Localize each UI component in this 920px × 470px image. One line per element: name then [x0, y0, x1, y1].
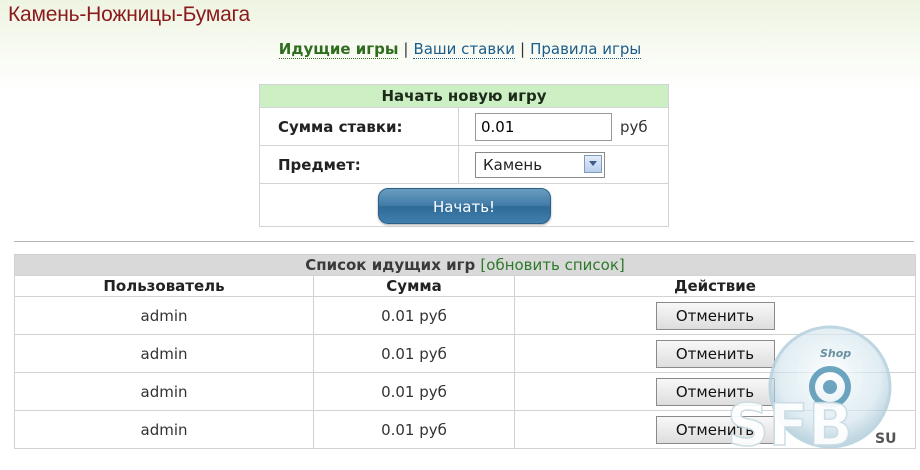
table-row: admin 0.01 руб Отменить: [14, 296, 916, 335]
row-user: admin: [14, 296, 314, 335]
start-game-button[interactable]: Начать!: [377, 187, 551, 224]
row-action-cell: Отменить: [514, 410, 916, 449]
table-row: admin 0.01 руб Отменить: [14, 410, 916, 449]
new-game-title: Начать новую игру: [259, 84, 669, 108]
column-header-action: Действие: [514, 275, 916, 297]
games-list-header: Список идущих игр [обновить список]: [14, 254, 916, 276]
new-game-form: Начать новую игру Сумма ставки: руб Пред…: [259, 84, 669, 227]
bet-amount-label: Сумма ставки:: [259, 107, 459, 146]
page-title: Камень-Ножницы-Бумага: [8, 3, 251, 26]
bet-unit: руб: [620, 117, 648, 136]
column-header-amount: Сумма: [313, 275, 515, 297]
column-header-user: Пользователь: [14, 275, 314, 297]
top-nav: Идущие игры | Ваши ставки | Правила игры: [0, 40, 920, 59]
row-user: admin: [14, 334, 314, 373]
nav-separator: |: [403, 40, 409, 58]
games-list-title: Список идущих игр: [305, 256, 476, 274]
row-amount: 0.01 руб: [313, 334, 515, 373]
bet-amount-cell: руб: [458, 107, 669, 146]
games-list-table: Список идущих игр [обновить список] Поль…: [14, 254, 916, 449]
cancel-button[interactable]: Отменить: [655, 377, 775, 406]
start-button-cell: Начать!: [259, 183, 669, 227]
nav-link-current-games[interactable]: Идущие игры: [278, 40, 399, 59]
row-user: admin: [14, 372, 314, 411]
item-select[interactable]: Камень: [475, 151, 605, 178]
chevron-down-icon[interactable]: [584, 154, 602, 173]
bet-amount-input[interactable]: [475, 112, 612, 141]
item-cell: Камень: [458, 145, 669, 184]
item-label: Предмет:: [259, 145, 459, 184]
row-amount: 0.01 руб: [313, 296, 515, 335]
item-select-value: Камень: [483, 155, 543, 174]
cancel-button[interactable]: Отменить: [655, 301, 775, 330]
row-amount: 0.01 руб: [313, 410, 515, 449]
row-action-cell: Отменить: [514, 334, 916, 373]
nav-link-your-bets[interactable]: Ваши ставки: [413, 40, 516, 59]
nav-separator: |: [520, 40, 526, 58]
refresh-list-link[interactable]: [обновить список]: [480, 256, 624, 274]
row-user: admin: [14, 410, 314, 449]
nav-link-game-rules[interactable]: Правила игры: [530, 40, 642, 59]
table-row: admin 0.01 руб Отменить: [14, 334, 916, 373]
section-divider: [14, 241, 914, 242]
cancel-button[interactable]: Отменить: [655, 415, 775, 444]
cancel-button[interactable]: Отменить: [655, 339, 775, 368]
row-action-cell: Отменить: [514, 372, 916, 411]
row-action-cell: Отменить: [514, 296, 916, 335]
row-amount: 0.01 руб: [313, 372, 515, 411]
table-row: admin 0.01 руб Отменить: [14, 372, 916, 411]
